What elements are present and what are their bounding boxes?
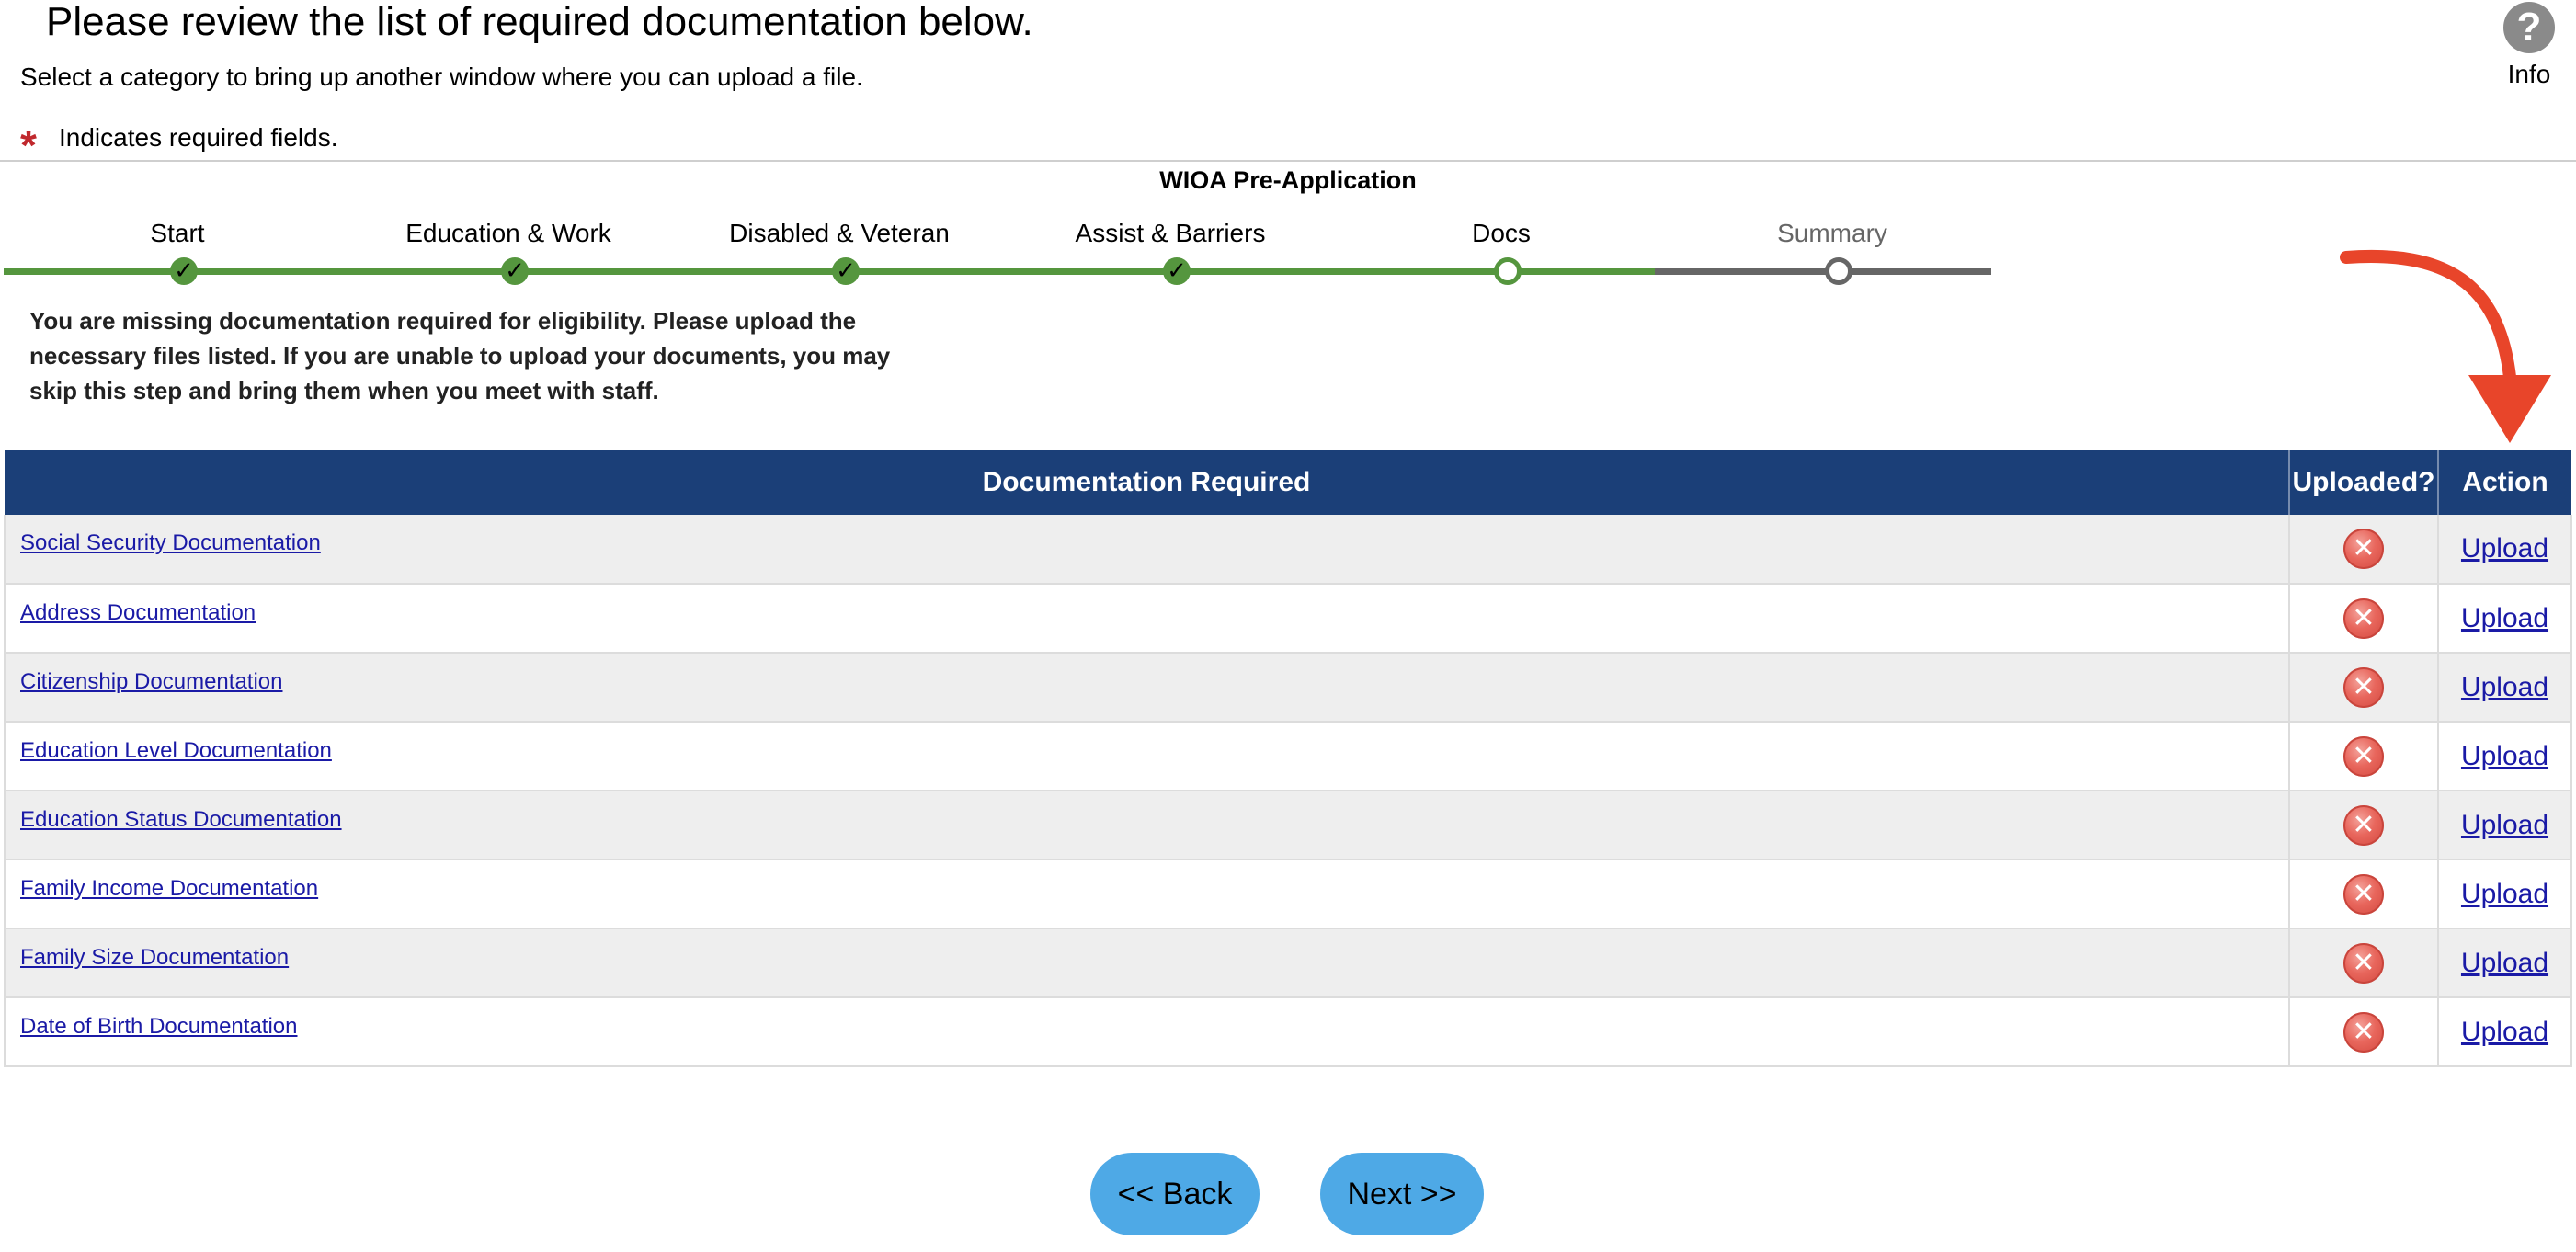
step-label-education-work: Education & Work <box>405 219 611 247</box>
step-label-summary: Summary <box>1777 219 1887 247</box>
progress-track-complete <box>4 268 1655 275</box>
column-header-documentation: Documentation Required <box>5 450 2290 515</box>
step-node-disabled-veteran-check-icon <box>832 256 860 285</box>
upload-link-date-of-birth[interactable]: Upload <box>2461 1017 2548 1047</box>
upload-link-education-level[interactable]: Upload <box>2461 741 2548 771</box>
not-uploaded-x-icon: ✕ <box>2343 598 2384 639</box>
upload-link-education-status[interactable]: Upload <box>2461 810 2548 840</box>
page-instructions: Select a category to bring up another wi… <box>20 63 863 91</box>
table-row: Citizenship Documentation ✕ Upload <box>4 653 2572 723</box>
upload-link-family-size[interactable]: Upload <box>2461 948 2548 978</box>
step-node-summary-pending-icon <box>1825 257 1852 285</box>
table-row: Social Security Documentation ✕ Upload <box>4 515 2572 585</box>
table-row: Address Documentation ✕ Upload <box>4 584 2572 654</box>
doc-link-family-size[interactable]: Family Size Documentation <box>20 945 289 970</box>
doc-link-education-level[interactable]: Education Level Documentation <box>20 738 332 763</box>
table-header-row: Documentation Required Uploaded? Action <box>5 450 2571 515</box>
doc-link-family-income[interactable]: Family Income Documentation <box>20 876 318 901</box>
not-uploaded-x-icon: ✕ <box>2343 666 2384 708</box>
upload-link-family-income[interactable]: Upload <box>2461 879 2548 909</box>
table-row: Family Income Documentation ✕ Upload <box>4 859 2572 929</box>
step-label-start: Start <box>150 219 205 247</box>
page-title: Please review the list of required docum… <box>46 0 1033 44</box>
step-node-docs-current-icon <box>1494 257 1522 285</box>
red-curved-arrow-icon <box>2340 250 2551 443</box>
next-button[interactable]: Next >> <box>1320 1153 1484 1235</box>
required-asterisk-icon: * <box>20 121 37 169</box>
table-row: Date of Birth Documentation ✕ Upload <box>4 997 2572 1067</box>
doc-link-address[interactable]: Address Documentation <box>20 600 256 625</box>
doc-link-citizenship[interactable]: Citizenship Documentation <box>20 669 282 694</box>
step-label-assist-barriers: Assist & Barriers <box>1075 219 1266 247</box>
not-uploaded-x-icon: ✕ <box>2343 735 2384 777</box>
back-button[interactable]: << Back <box>1090 1153 1260 1235</box>
not-uploaded-x-icon: ✕ <box>2343 942 2384 984</box>
progress-title: WIOA Pre-Application <box>1159 166 1417 194</box>
doc-link-date-of-birth[interactable]: Date of Birth Documentation <box>20 1014 298 1039</box>
not-uploaded-x-icon: ✕ <box>2343 1011 2384 1053</box>
required-fields-note: * Indicates required fields. <box>20 121 338 166</box>
not-uploaded-x-icon: ✕ <box>2343 804 2384 846</box>
column-header-action: Action <box>2438 450 2571 515</box>
step-node-start-check-icon <box>170 256 198 285</box>
missing-documentation-message: You are missing documentation required f… <box>29 307 891 404</box>
upload-link-citizenship[interactable]: Upload <box>2461 672 2548 702</box>
table-row: Education Level Documentation ✕ Upload <box>4 722 2572 791</box>
info-button[interactable]: ? Info <box>2499 0 2559 90</box>
documentation-table: Documentation Required Uploaded? Action … <box>4 450 2572 1067</box>
header-divider <box>0 160 2576 162</box>
question-mark-icon[interactable]: ? <box>2503 2 2555 53</box>
step-node-assist-barriers-check-icon <box>1163 256 1191 285</box>
table-row: Education Status Documentation ✕ Upload <box>4 791 2572 860</box>
column-header-uploaded: Uploaded? <box>2289 450 2439 515</box>
progress-stepper: Start Education & Work Disabled & Vetera… <box>0 211 1995 285</box>
not-uploaded-x-icon: ✕ <box>2343 873 2384 915</box>
info-label[interactable]: Info <box>2499 59 2559 90</box>
not-uploaded-x-icon: ✕ <box>2343 529 2384 569</box>
page: Please review the list of required docum… <box>0 0 2576 1252</box>
table-row: Family Size Documentation ✕ Upload <box>4 928 2572 998</box>
doc-link-education-status[interactable]: Education Status Documentation <box>20 807 342 832</box>
upload-link-address[interactable]: Upload <box>2461 603 2548 633</box>
progress-track-remaining <box>1655 268 1991 275</box>
step-label-docs: Docs <box>1472 219 1531 247</box>
step-node-education-work-check-icon <box>501 256 529 285</box>
required-note-text: Indicates required fields. <box>59 123 338 152</box>
doc-link-social-security[interactable]: Social Security Documentation <box>20 530 321 555</box>
step-label-disabled-veteran: Disabled & Veteran <box>729 219 950 247</box>
upload-link-social-security[interactable]: Upload <box>2461 533 2548 563</box>
